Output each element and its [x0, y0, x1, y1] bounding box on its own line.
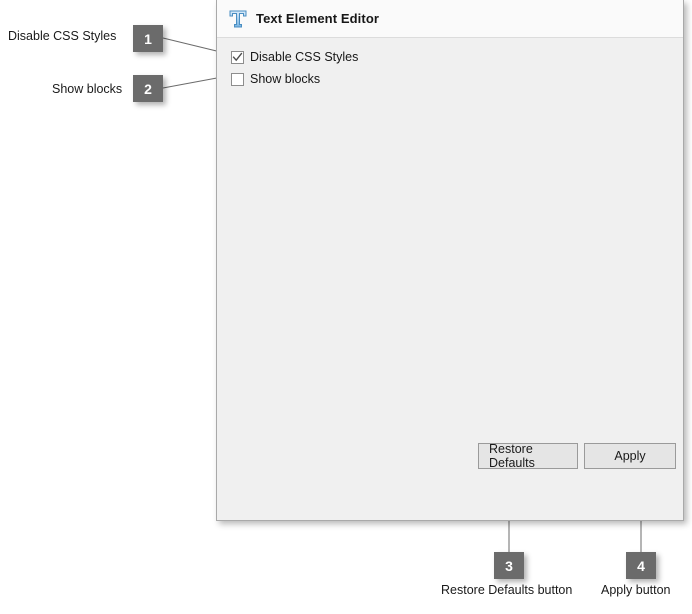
callout-label-1: Disable CSS Styles	[8, 29, 117, 43]
callout-badge-1: 1	[133, 25, 163, 52]
option-row-show-blocks[interactable]: Show blocks	[231, 69, 683, 90]
text-t-icon	[229, 10, 247, 27]
callout-label-3: Restore Defaults button	[441, 583, 573, 597]
checkbox-disable-css-styles[interactable]	[231, 51, 244, 64]
dialog-footer: Restore Defaults Apply	[217, 442, 683, 481]
restore-defaults-button[interactable]: Restore Defaults	[478, 442, 578, 470]
callout-badge-2: 2	[133, 75, 163, 102]
checkmark-icon	[232, 52, 243, 62]
dialog-body: Disable CSS Styles Show blocks Restore D…	[217, 38, 683, 481]
callout-badge-3: 3	[494, 552, 524, 579]
apply-button[interactable]: Apply	[584, 443, 676, 469]
dialog-title: Text Element Editor	[256, 11, 380, 26]
checkbox-show-blocks[interactable]	[231, 73, 244, 86]
callout-label-4: Apply button	[601, 583, 671, 597]
option-row-disable-css-styles[interactable]: Disable CSS Styles	[231, 47, 683, 68]
callout-badge-4: 4	[626, 552, 656, 579]
checkbox-label-show-blocks: Show blocks	[250, 72, 321, 87]
text-element-editor-dialog: Text Element Editor Disable CSS Styles S…	[216, 0, 684, 521]
dialog-header: Text Element Editor	[217, 0, 683, 38]
callout-label-2: Show blocks	[52, 82, 123, 96]
checkbox-label-disable-css-styles: Disable CSS Styles	[250, 50, 359, 65]
